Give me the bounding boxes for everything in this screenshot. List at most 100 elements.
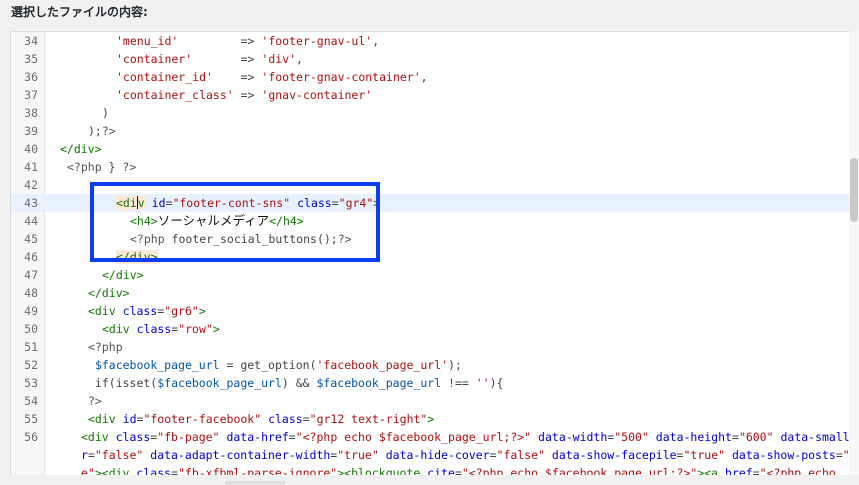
- code-line[interactable]: 38): [11, 104, 859, 122]
- code-line[interactable]: 35 'container' => 'div',: [11, 50, 859, 68]
- code-token: =: [302, 412, 310, 426]
- line-code: <?php: [46, 338, 850, 356]
- line-number: 39: [24, 124, 38, 138]
- code-token: "row": [178, 322, 213, 336]
- code-token: "footer-facebook": [143, 412, 262, 426]
- file-content-label: 選択したファイルの内容:: [11, 5, 148, 19]
- line-number: 38: [24, 106, 38, 120]
- annotation-highlight-box: [90, 182, 380, 262]
- code-token: data-show-facepile: [551, 448, 677, 462]
- line-number: 55: [24, 412, 38, 426]
- code-token: <div: [88, 412, 116, 426]
- line-code: $facebook_page_url = get_option('faceboo…: [46, 356, 850, 374]
- code-token: "true": [337, 448, 379, 462]
- code-token: "false": [94, 448, 144, 462]
- code-token: }: [101, 160, 123, 174]
- code-token: <div: [102, 322, 130, 336]
- code-token: "500": [614, 430, 649, 444]
- code-token: ?>: [88, 394, 102, 408]
- line-number: 36: [24, 70, 38, 84]
- code-token: <?php: [88, 340, 123, 354]
- code-token: 'menu_id': [116, 34, 179, 48]
- code-line[interactable]: 47 </div>: [11, 266, 859, 284]
- code-token: >: [198, 304, 206, 318]
- code-token: 'footer-gnav-ul': [261, 34, 373, 48]
- line-code: <div class="row">: [46, 320, 850, 338]
- code-line[interactable]: 55 <div id="footer-facebook" class="gr12 …: [11, 410, 859, 428]
- vertical-scrollbar[interactable]: [849, 31, 859, 475]
- code-token: ){: [489, 376, 504, 390]
- code-line[interactable]: 51 <?php: [11, 338, 859, 356]
- code-token: ): [102, 106, 109, 120]
- line-code: ): [46, 104, 850, 122]
- code-token: <div: [88, 304, 116, 318]
- code-line[interactable]: 36 'container_id' => 'footer-gnav-contain…: [11, 68, 859, 86]
- code-token: = get_option(: [219, 358, 317, 372]
- code-token: >: [212, 322, 220, 336]
- code-token: );: [448, 358, 462, 372]
- line-code: <?php } ?>: [46, 158, 850, 176]
- code-token: <div: [81, 430, 109, 444]
- line-number: 51: [24, 340, 38, 354]
- code-line[interactable]: 52 $facebook_page_url = get_option('face…: [11, 356, 859, 374]
- code-line[interactable]: 50 <div class="row">: [11, 320, 859, 338]
- code-token: );: [88, 124, 102, 138]
- code-line[interactable]: 41 <?php } ?>: [11, 158, 859, 176]
- code-token: "gr6": [164, 304, 199, 318]
- code-token: data-width: [538, 430, 608, 444]
- line-number: 52: [24, 358, 38, 372]
- code-token: =: [731, 430, 739, 444]
- code-token: ,: [372, 34, 380, 48]
- code-token: 'footer-gnav-container': [261, 70, 421, 84]
- code-token: </div>: [60, 142, 102, 156]
- line-code: <div class="gr6">: [46, 302, 850, 320]
- line-code: </div>: [46, 284, 850, 302]
- code-token: class: [115, 430, 151, 444]
- code-line[interactable]: 49 <div class="gr6">: [11, 302, 859, 320]
- code-line[interactable]: 48 </div>: [11, 284, 859, 302]
- scrollbar-thumb[interactable]: [850, 158, 858, 222]
- code-token: $facebook_page_url: [94, 358, 220, 372]
- code-token: "false": [496, 448, 545, 462]
- line-number: 48: [24, 286, 38, 300]
- code-line-wrapped[interactable]: 56 <div class="fb-page" data-href="<?php…: [11, 428, 859, 476]
- line-number: 54: [24, 394, 38, 408]
- code-token: $facebook_page_url: [157, 376, 282, 390]
- line-number: 46: [24, 250, 38, 264]
- line-code: <div class="fb-page" data-href="<?php ec…: [81, 428, 859, 476]
- code-token: data-hide-cover: [385, 448, 490, 462]
- line-number: 49: [24, 304, 38, 318]
- line-code: 'container' => 'div',: [46, 50, 850, 68]
- code-line[interactable]: 34 'menu_id' => 'footer-gnav-ul',: [11, 32, 859, 50]
- code-token: 'div': [261, 52, 297, 66]
- code-line[interactable]: 37 'container_class' => 'gnav-container': [11, 86, 859, 104]
- line-number: 41: [24, 160, 38, 174]
- code-token: class: [268, 412, 303, 426]
- code-token: "true": [683, 448, 726, 462]
- code-line[interactable]: 39);?>: [11, 122, 859, 140]
- code-token: "<?php echo $facebook_page_url;?>": [295, 430, 532, 444]
- code-line[interactable]: 53 if(isset($facebook_page_url) && $face…: [11, 374, 859, 392]
- code-line[interactable]: 54 ?>: [11, 392, 859, 410]
- code-token: 'container': [116, 52, 193, 66]
- line-number: 42: [24, 178, 38, 192]
- code-token: =: [288, 430, 296, 444]
- code-token: =: [835, 448, 843, 462]
- line-code: );?>: [46, 122, 850, 140]
- code-token: =: [87, 448, 95, 462]
- code-token: ?>: [122, 160, 137, 174]
- code-token: $facebook_page_url: [316, 376, 442, 390]
- line-code: </div>: [46, 266, 850, 284]
- code-token: !==: [441, 376, 476, 390]
- code-token: "600": [738, 430, 774, 444]
- code-token: class: [136, 322, 172, 336]
- code-line[interactable]: 40 </div>: [11, 140, 859, 158]
- code-token: <?php: [67, 160, 102, 174]
- code-token: ?>: [101, 124, 116, 138]
- code-token: '': [475, 376, 490, 390]
- code-token: if(isset(: [88, 376, 158, 390]
- code-token: =>: [178, 34, 262, 48]
- line-number: 44: [24, 214, 38, 228]
